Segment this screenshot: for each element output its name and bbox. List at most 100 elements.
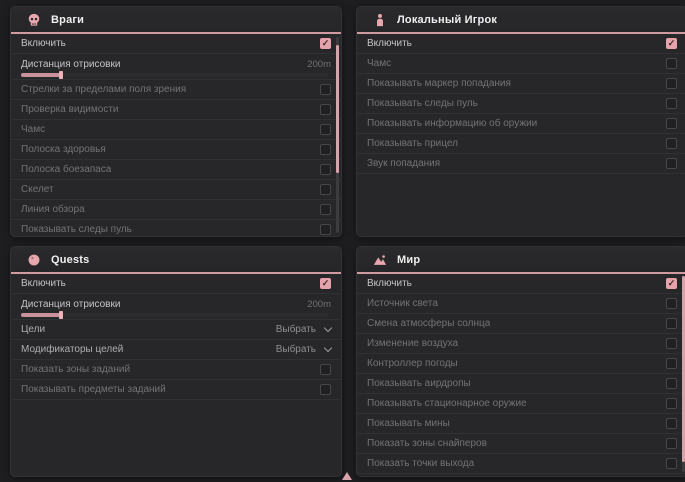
row-toggle-показывать-мины[interactable]: Показывать мины: [357, 414, 685, 434]
row-label: Дистанция отрисовки: [21, 59, 120, 70]
checkbox[interactable]: [666, 278, 677, 289]
row-toggle-показывать-следы-пуль[interactable]: Показывать следы пуль: [357, 94, 685, 114]
dropdown-select[interactable]: Выбрать: [276, 344, 331, 355]
checkbox[interactable]: [320, 144, 331, 155]
row-slider-дистанция-отрисовки[interactable]: Дистанция отрисовки200m: [11, 294, 341, 320]
row-toggle-источник-света[interactable]: Источник света: [357, 294, 685, 314]
slider-handle[interactable]: [59, 71, 63, 79]
checkbox[interactable]: [666, 298, 677, 309]
checkbox[interactable]: [666, 358, 677, 369]
checkbox[interactable]: [666, 438, 677, 449]
row-toggle-изменение-воздуха[interactable]: Изменение воздуха: [357, 334, 685, 354]
row-toggle-включить[interactable]: Включить: [11, 274, 341, 294]
checkbox[interactable]: [320, 384, 331, 395]
row-label: Скелет: [21, 184, 54, 195]
row-label: Показывать информацию об оружии: [367, 118, 537, 129]
panel-enemies-header: Враги: [11, 7, 341, 34]
panel-quests: Quests Включить Дистанция отрисовки200m Це…: [10, 246, 342, 477]
row-toggle-показать-точки-выхода[interactable]: Показать точки выхода: [357, 454, 685, 474]
rows: Включить Дистанция отрисовки200m Цели Выбра…: [11, 274, 341, 400]
row-label: Дистанция отрисовки: [21, 299, 120, 310]
row-toggle-скелет[interactable]: Скелет: [11, 180, 341, 200]
checkbox[interactable]: [320, 224, 331, 235]
row-toggle-показать-зоны-снайперов[interactable]: Показать зоны снайперов: [357, 434, 685, 454]
panel-title: Quests: [51, 254, 90, 266]
row-toggle-показывать-информацию-об-оружии[interactable]: Показывать информацию об оружии: [357, 114, 685, 134]
row-label: Показывать маркер попадания: [367, 78, 511, 89]
checkbox[interactable]: [320, 364, 331, 375]
slider-track[interactable]: [21, 313, 329, 317]
row-toggle-звук-попадания[interactable]: Звук попадания: [357, 154, 685, 174]
checkbox[interactable]: [320, 124, 331, 135]
checkbox[interactable]: [666, 38, 677, 49]
checkbox[interactable]: [320, 184, 331, 195]
checkbox[interactable]: [666, 98, 677, 109]
checkbox[interactable]: [666, 398, 677, 409]
slider-line: Дистанция отрисовки 200m: [21, 59, 331, 70]
row-toggle-включить[interactable]: Включить: [357, 34, 685, 54]
world-icon: [373, 253, 387, 267]
slider-handle[interactable]: [59, 311, 63, 319]
row-toggle-контроллер-погоды[interactable]: Контроллер погоды: [357, 354, 685, 374]
skull-icon: [27, 13, 41, 27]
scrollbar-thumb[interactable]: [336, 45, 339, 173]
row-toggle-полоска-здоровья[interactable]: Полоска здоровья: [11, 140, 341, 160]
row-toggle-включить[interactable]: Включить: [11, 34, 341, 54]
row-toggle-стрелки-за-пределами-поля-зрения[interactable]: Стрелки за пределами поля зрения: [11, 80, 341, 100]
row-label: Показывать мины: [367, 418, 450, 429]
row-label: Показывать следы пуль: [367, 98, 478, 109]
slider-track[interactable]: [21, 73, 329, 77]
row-toggle-показывать-следы-пуль[interactable]: Показывать следы пуль: [11, 220, 341, 237]
checkbox[interactable]: [666, 78, 677, 89]
checkbox[interactable]: [320, 278, 331, 289]
row-toggle-включить[interactable]: Включить: [357, 274, 685, 294]
quest-icon: [27, 253, 41, 267]
checkbox[interactable]: [666, 138, 677, 149]
row-toggle-показывать-предметы-заданий[interactable]: Показывать предметы заданий: [11, 380, 341, 400]
row-toggle-чамс[interactable]: Чамс: [357, 54, 685, 74]
row-label: Включить: [21, 38, 66, 49]
row-dropdown-модификаторы-целей[interactable]: Модификаторы целейВыбрать: [11, 340, 341, 360]
rows: Включить Источник светаСмена атмосферы со…: [357, 274, 685, 474]
row-label: Полоска здоровья: [21, 144, 106, 155]
row-toggle-показывать-маркер-попадания[interactable]: Показывать маркер попадания: [357, 74, 685, 94]
row-toggle-полоска-боезапаса[interactable]: Полоска боезапаса: [11, 160, 341, 180]
row-toggle-показывать-аирдропы[interactable]: Показывать аирдропы: [357, 374, 685, 394]
row-toggle-проверка-видимости[interactable]: Проверка видимости: [11, 100, 341, 120]
panel-enemies: Враги Включить Дистанция отрисовки 200m Стр…: [10, 6, 342, 237]
checkbox[interactable]: [320, 38, 331, 49]
checkbox[interactable]: [666, 458, 677, 469]
row-toggle-смена-атмосферы-солнца[interactable]: Смена атмосферы солнца: [357, 314, 685, 334]
checkbox[interactable]: [666, 58, 677, 69]
row-label: Показывать следы пуль: [21, 224, 132, 235]
checkbox[interactable]: [666, 418, 677, 429]
row-dropdown-цели[interactable]: Цели Выбрать: [11, 320, 341, 340]
row-slider-дистанция-отрисовки[interactable]: Дистанция отрисовки 200m: [11, 54, 341, 80]
row-toggle-линия-обзора[interactable]: Линия обзора: [11, 200, 341, 220]
row-toggle-чамс[interactable]: Чамс: [11, 120, 341, 140]
row-toggle-показывать-стационарное-оружие[interactable]: Показывать стационарное оружие: [357, 394, 685, 414]
row-toggle-показать-зоны-заданий[interactable]: Показать зоны заданий: [11, 360, 341, 380]
row-label: Цели: [21, 324, 45, 335]
checkbox[interactable]: [320, 164, 331, 175]
checkbox[interactable]: [320, 204, 331, 215]
row-toggle-показывать-прицел[interactable]: Показывать прицел: [357, 134, 685, 154]
row-label: Включить: [367, 38, 412, 49]
slider-value: 200m: [307, 59, 331, 70]
slider-line: Дистанция отрисовки200m: [21, 299, 331, 310]
checkbox[interactable]: [666, 158, 677, 169]
dropdown-select[interactable]: Выбрать: [276, 324, 331, 335]
checkbox[interactable]: [666, 338, 677, 349]
chevron-down-icon: [324, 324, 332, 332]
dropdown-value: Выбрать: [276, 344, 316, 355]
row-label: Полоска боезапаса: [21, 164, 111, 175]
checkbox[interactable]: [320, 104, 331, 115]
row-label: Показывать предметы заданий: [21, 384, 166, 395]
row-label: Включить: [367, 278, 412, 289]
checkbox[interactable]: [666, 118, 677, 129]
checkbox[interactable]: [320, 84, 331, 95]
checkbox[interactable]: [666, 318, 677, 329]
checkbox[interactable]: [666, 378, 677, 389]
row-label: Показать зоны заданий: [21, 364, 130, 375]
row-label: Стрелки за пределами поля зрения: [21, 84, 186, 95]
